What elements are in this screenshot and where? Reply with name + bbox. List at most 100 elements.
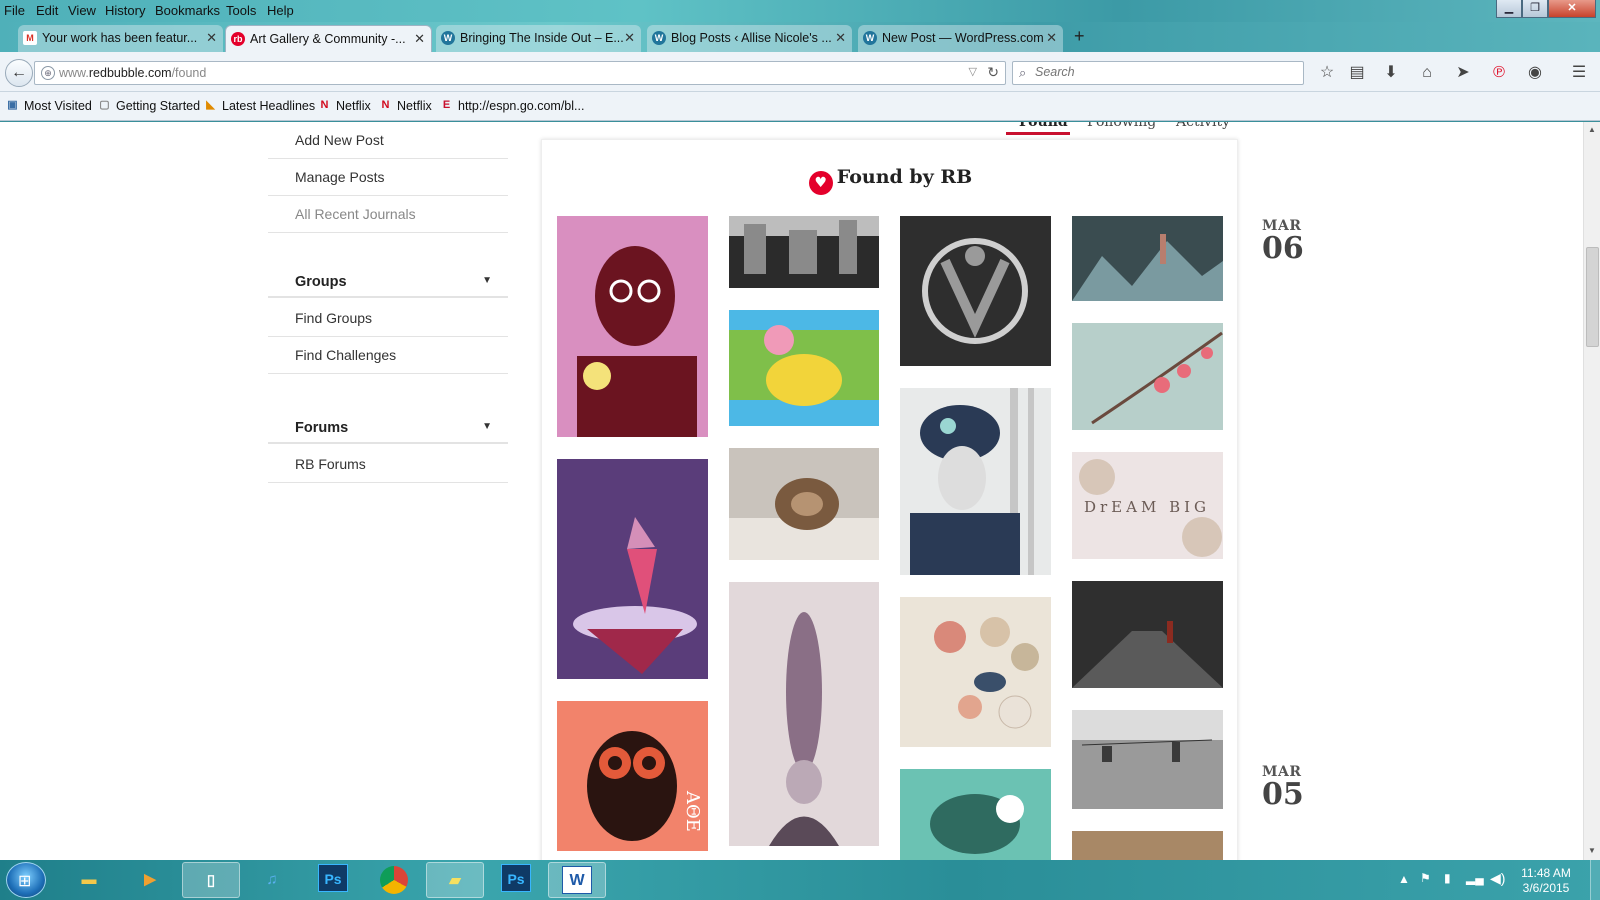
artwork-thumbnail[interactable]: DrEAM BIG [1072, 452, 1223, 559]
taskbar-sticky-notes[interactable]: ▰ [426, 862, 484, 898]
sidebar-rb-forums[interactable]: RB Forums [268, 446, 508, 483]
bookmark-netflix[interactable]: N Netflix [379, 99, 432, 113]
sidebar-all-recent-journals[interactable]: All Recent Journals [268, 196, 508, 233]
bookmark-netflix[interactable]: N Netflix [318, 99, 371, 113]
tab-bringing-inside-out[interactable]: W Bringing The Inside Out – E... ✕ [436, 25, 641, 52]
home-icon[interactable]: ⌂ [1416, 62, 1438, 84]
taskbar-explorer[interactable]: ▬ [60, 862, 118, 898]
artwork-clothesline-wall [1072, 710, 1223, 809]
search-bar[interactable]: ⌕ [1012, 61, 1304, 85]
sidebar-find-groups[interactable]: Find Groups [268, 300, 508, 337]
espn-icon: E [442, 99, 451, 111]
page-scrollbar[interactable]: ▲ ▼ [1583, 122, 1600, 860]
sidebar-find-challenges[interactable]: Find Challenges [268, 337, 508, 374]
taskbar-itunes[interactable]: ♫ [243, 862, 301, 898]
artwork-thumbnail[interactable] [1072, 581, 1223, 688]
back-button[interactable]: ← [5, 59, 33, 87]
sidebar-groups-heading[interactable]: Groups ▼ [268, 264, 508, 298]
artwork-owl: ΑΘΕ [557, 701, 708, 851]
clock-time: 11:48 AM [1521, 866, 1571, 880]
tray-expand-icon[interactable]: ▲ [1398, 872, 1410, 900]
sidebar-add-new-post[interactable]: Add New Post [268, 122, 508, 159]
taskbar-word[interactable]: W [548, 862, 606, 898]
date-marker: MAR 05 [1262, 764, 1304, 812]
search-input[interactable] [1035, 65, 1295, 79]
new-tab-button[interactable]: + [1074, 26, 1085, 47]
menu-view[interactable]: View [68, 3, 96, 18]
artwork-thumbnail[interactable] [1072, 710, 1223, 809]
taskbar-notepad[interactable]: ▯ [182, 862, 240, 898]
artwork-thumbnail[interactable] [1072, 323, 1223, 430]
close-tab-icon[interactable]: ✕ [1046, 25, 1057, 51]
artwork-thumbnail[interactable] [900, 216, 1051, 366]
site-identity-icon[interactable]: ⊕ [41, 66, 55, 80]
artwork-thumbnail[interactable] [900, 769, 1051, 860]
bookmark-star-icon[interactable]: ☆ [1316, 62, 1338, 84]
artwork-thumbnail[interactable] [557, 459, 708, 679]
tab-title: Art Gallery & Community -... [250, 32, 406, 46]
tab-blog-posts[interactable]: W Blog Posts ‹ Allise Nicole's ... ✕ [647, 25, 852, 52]
network-icon[interactable]: ▂▄ [1466, 871, 1484, 900]
tab-redbubble[interactable]: rb Art Gallery & Community -... ✕ [225, 25, 432, 52]
menu-history[interactable]: History [105, 3, 145, 18]
scrollbar-thumb[interactable] [1586, 247, 1599, 347]
tab-found[interactable]: Found [1019, 122, 1068, 130]
bookmarks-menu-icon[interactable]: ▤ [1346, 62, 1368, 84]
artwork-thumbnail[interactable] [1072, 831, 1223, 860]
start-button[interactable]: ⊞ [6, 862, 46, 898]
action-center-flag-icon[interactable]: ⚑ [1420, 871, 1431, 900]
url-history-dropdown-icon[interactable]: ▽ [969, 65, 977, 78]
show-desktop-button[interactable] [1590, 860, 1600, 900]
menu-help[interactable]: Help [267, 3, 294, 18]
tab-gmail[interactable]: M Your work has been featur... ✕ [18, 25, 223, 52]
address-bar[interactable]: ⊕ www.redbubble.com/found ▽ ↻ [34, 61, 1006, 85]
bookmark-most-visited[interactable]: ▣ Most Visited [6, 99, 92, 113]
tab-activity[interactable]: Activity [1176, 122, 1230, 130]
heart-icon: ♥ [808, 171, 833, 195]
restore-button[interactable]: ❐ [1522, 0, 1548, 18]
bookmark-latest-headlines[interactable]: ◣ Latest Headlines [204, 99, 315, 113]
artwork-thumbnail[interactable] [900, 388, 1051, 575]
scroll-up-icon[interactable]: ▲ [1588, 125, 1596, 134]
close-tab-icon[interactable]: ✕ [835, 25, 846, 51]
artwork-thumbnail[interactable] [729, 310, 879, 426]
hamburger-menu-icon[interactable]: ☰ [1568, 62, 1590, 84]
menu-file[interactable]: File [4, 3, 25, 18]
pinterest-icon[interactable]: ℗ [1488, 62, 1510, 84]
sidebar-manage-posts[interactable]: Manage Posts [268, 159, 508, 196]
send-icon[interactable]: ➤ [1452, 62, 1474, 84]
scroll-down-icon[interactable]: ▼ [1588, 846, 1596, 855]
battery-icon[interactable]: ▮ [1444, 871, 1451, 900]
sidebar-forums-heading[interactable]: Forums ▼ [268, 410, 508, 444]
artwork-thumbnail[interactable] [900, 597, 1051, 747]
taskbar-photoshop-2[interactable]: Ps [487, 862, 545, 898]
volume-icon[interactable]: ◀) [1490, 870, 1505, 900]
bookmark-getting-started[interactable]: ▢ Getting Started [98, 99, 200, 113]
close-tab-icon[interactable]: ✕ [414, 26, 425, 52]
gmail-icon: M [23, 31, 37, 45]
close-tab-icon[interactable]: ✕ [624, 25, 635, 51]
artwork-thumbnail[interactable] [729, 216, 879, 288]
close-window-button[interactable]: ✕ [1548, 0, 1596, 18]
artwork-thumbnail[interactable] [1072, 216, 1223, 301]
menu-bookmarks[interactable]: Bookmarks [155, 3, 220, 18]
chat-icon[interactable]: ◉ [1524, 62, 1546, 84]
system-clock[interactable]: 11:48 AM 3/6/2015 [1508, 866, 1584, 896]
bookmark-espn[interactable]: Ehttp://espn.go.com/bl... [440, 99, 585, 113]
taskbar-media-player[interactable]: ▶ [121, 862, 179, 898]
tab-new-post[interactable]: W New Post — WordPress.com ✕ [858, 25, 1063, 52]
menu-edit[interactable]: Edit [36, 3, 58, 18]
downloads-icon[interactable]: ⬇ [1380, 62, 1402, 84]
taskbar-photoshop[interactable]: Ps [304, 862, 362, 898]
artwork-thumbnail[interactable]: ΑΘΕ [557, 701, 708, 851]
artwork-thumbnail[interactable] [729, 582, 879, 846]
artwork-thumbnail[interactable] [557, 216, 708, 437]
artwork-thumbnail[interactable] [729, 448, 879, 560]
menu-tools[interactable]: Tools [226, 3, 256, 18]
artwork-portrait-man-glasses [557, 216, 708, 437]
minimize-button[interactable]: ▁ [1496, 0, 1522, 18]
reload-icon[interactable]: ↻ [987, 64, 999, 81]
close-tab-icon[interactable]: ✕ [206, 25, 217, 51]
tab-following[interactable]: Following [1087, 122, 1156, 130]
taskbar-chrome[interactable] [365, 862, 423, 898]
